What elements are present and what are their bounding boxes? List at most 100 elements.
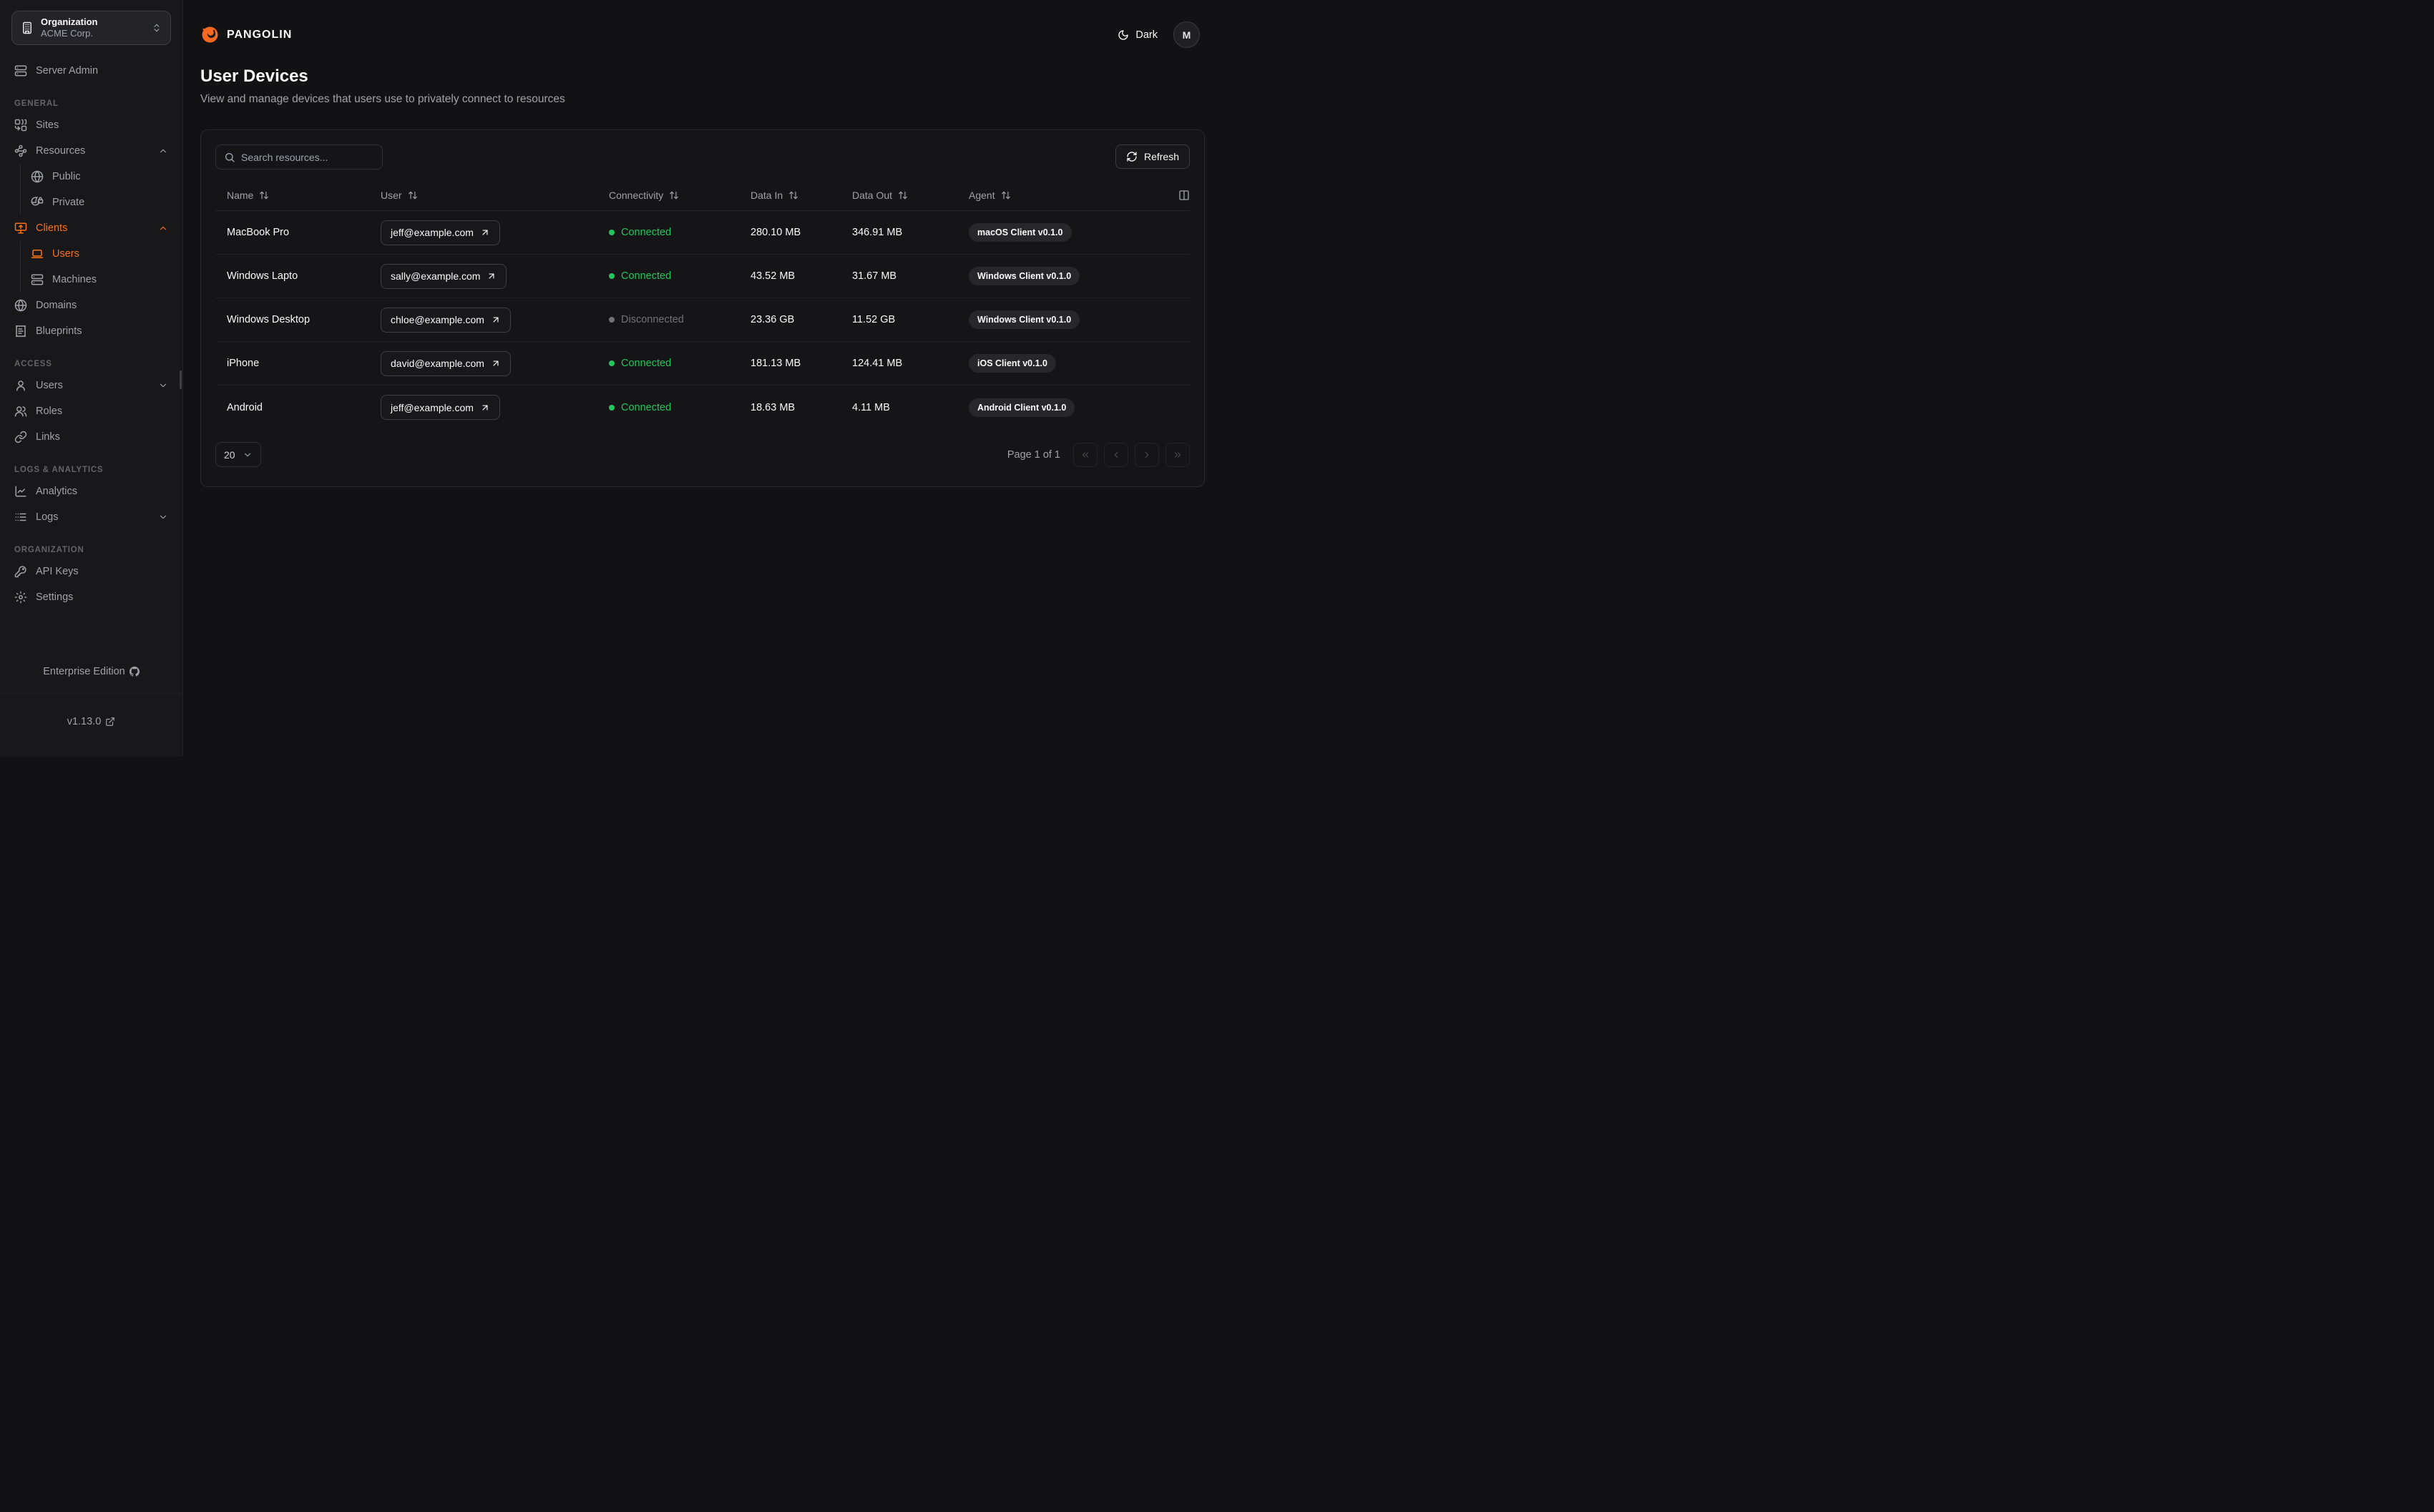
theme-label: Dark [1135, 29, 1158, 41]
agent-badge: Windows Client v0.1.0 [969, 267, 1080, 285]
data-in: 280.10 MB [751, 227, 801, 238]
page-size-select[interactable]: 20 [215, 442, 261, 467]
sort-icon [408, 191, 417, 199]
next-page-button[interactable] [1135, 442, 1159, 467]
column-header-user[interactable]: User [381, 190, 609, 201]
user-icon [16, 381, 25, 391]
chevrons-left-icon [1082, 452, 1089, 457]
data-out: 11.52 GB [852, 314, 896, 325]
org-selector[interactable]: Organization ACME Corp. [11, 11, 171, 45]
connectivity-status: Connected [609, 402, 751, 413]
refresh-button[interactable]: Refresh [1115, 144, 1190, 169]
sidebar-item-blueprints[interactable]: Blueprints [11, 318, 171, 344]
section-organization: ORGANIZATION [14, 546, 84, 554]
column-header-name[interactable]: Name [215, 190, 381, 201]
table-header-row: Name User Connectivity Data In Data Out [215, 180, 1190, 211]
avatar[interactable]: M [1173, 21, 1200, 48]
sort-icon [260, 191, 269, 199]
sort-icon [1001, 191, 1010, 199]
device-name: iPhone [227, 358, 260, 369]
clients-subgroup: Users Machines [20, 241, 171, 293]
building-icon [23, 21, 31, 34]
user-link[interactable]: jeff@example.com [381, 220, 500, 245]
device-name: Windows Desktop [227, 314, 311, 325]
last-page-button[interactable] [1165, 442, 1190, 467]
previous-page-button[interactable] [1104, 442, 1128, 467]
sidebar-item-settings[interactable]: Settings [11, 584, 171, 610]
page-size-value: 20 [224, 448, 235, 461]
column-settings-button[interactable] [1164, 190, 1190, 201]
column-header-data-in[interactable]: Data In [751, 190, 852, 201]
server-icon [31, 274, 44, 285]
sidebar-item-label: Clients [36, 222, 68, 234]
arrow-up-right-icon [493, 317, 499, 323]
data-in: 18.63 MB [751, 401, 796, 413]
agent-badge: Windows Client v0.1.0 [969, 310, 1080, 329]
sidebar-item-machines[interactable]: Machines [31, 267, 171, 293]
table-row: Windows Desktop chloe@example.com Discon… [215, 298, 1190, 342]
user-link[interactable]: chloe@example.com [381, 307, 511, 333]
data-out: 346.91 MB [852, 227, 903, 238]
sidebar-item-sites[interactable]: Sites [11, 112, 171, 138]
sidebar-item-links[interactable]: Links [11, 424, 171, 450]
section-logs-analytics: LOGS & ANALYTICS [14, 466, 104, 474]
user-link[interactable]: sally@example.com [381, 263, 507, 289]
sidebar-item-analytics[interactable]: Analytics [11, 478, 171, 504]
sites-icon [14, 119, 27, 132]
theme-toggle[interactable]: Dark [1118, 29, 1158, 41]
sidebar-item-label: Users [52, 248, 79, 260]
link-icon [14, 431, 27, 443]
table-row: Windows Lapto sally@example.com Connecte… [215, 255, 1190, 298]
section-general: GENERAL [14, 99, 59, 108]
data-out: 31.67 MB [852, 270, 897, 282]
columns-icon [1179, 190, 1189, 200]
pagination: 20 Page 1 of 1 [201, 429, 1204, 486]
data-in: 23.36 GB [751, 314, 795, 325]
sidebar-item-label: Logs [36, 511, 59, 523]
chevron-up-icon [160, 226, 167, 230]
sidebar-item-label: Server Admin [36, 65, 99, 77]
first-page-button[interactable] [1073, 442, 1098, 467]
column-header-connectivity[interactable]: Connectivity [609, 190, 751, 201]
page-header: User Devices View and manage devices tha… [183, 48, 1217, 106]
sidebar-item-api-keys[interactable]: API Keys [11, 559, 171, 584]
sidebar-item-client-users[interactable]: Users [31, 241, 171, 267]
sidebar-item-label: Private [52, 197, 85, 208]
sidebar-item-roles[interactable]: Roles [11, 398, 171, 424]
sidebar-item-logs[interactable]: Logs [11, 504, 171, 530]
card-toolbar: Refresh [201, 130, 1204, 170]
user-link[interactable]: jeff@example.com [381, 395, 500, 420]
laptop-icon [31, 250, 44, 258]
agent-badge: macOS Client v0.1.0 [969, 223, 1072, 242]
edition-label: Enterprise Edition [43, 666, 125, 677]
sidebar-scrollbar[interactable] [180, 370, 182, 389]
agent-badge: iOS Client v0.1.0 [969, 354, 1056, 373]
sidebar-item-users[interactable]: Users [11, 373, 171, 398]
sidebar-item-clients[interactable]: Clients [11, 215, 171, 241]
arrow-up-right-icon [482, 405, 488, 410]
search-box [215, 144, 383, 170]
chart-line-icon [15, 486, 26, 497]
column-header-data-out[interactable]: Data Out [852, 190, 969, 201]
status-dot [609, 317, 615, 323]
sidebar-item-label: Resources [36, 145, 86, 157]
page-title: User Devices [200, 67, 308, 86]
external-link-icon[interactable] [105, 717, 115, 727]
status-dot [609, 360, 615, 366]
sidebar-item-private[interactable]: Private [31, 190, 171, 215]
sidebar-item-public[interactable]: Public [31, 164, 171, 190]
sidebar-item-server-admin[interactable]: Server Admin [11, 58, 171, 84]
github-icon[interactable] [129, 667, 140, 677]
user-link[interactable]: david@example.com [381, 350, 511, 376]
sidebar-item-domains[interactable]: Domains [11, 293, 171, 318]
chevron-down-icon [244, 453, 251, 456]
sidebar-item-resources[interactable]: Resources [11, 138, 171, 164]
arrow-up-right-icon [482, 230, 488, 235]
column-header-agent[interactable]: Agent [969, 190, 1164, 201]
device-name: Windows Lapto [227, 270, 298, 282]
brand[interactable]: PANGOLIN [200, 25, 292, 44]
refresh-icon [1127, 152, 1137, 162]
connectivity-status: Connected [609, 358, 751, 369]
brand-name: PANGOLIN [227, 28, 293, 41]
search-input[interactable] [241, 151, 374, 163]
